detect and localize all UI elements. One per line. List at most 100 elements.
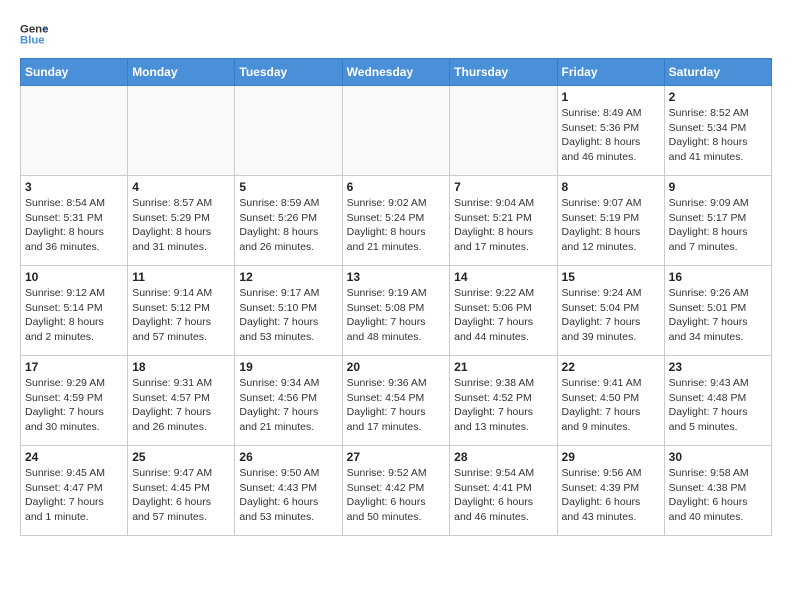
- day-number: 10: [25, 270, 123, 284]
- day-info: Sunrise: 9:38 AM Sunset: 4:52 PM Dayligh…: [454, 376, 552, 435]
- day-info: Sunrise: 9:41 AM Sunset: 4:50 PM Dayligh…: [562, 376, 660, 435]
- calendar-cell: 8 Sunrise: 9:07 AM Sunset: 5:19 PM Daylig…: [557, 176, 664, 266]
- day-info: Sunrise: 8:54 AM Sunset: 5:31 PM Dayligh…: [25, 196, 123, 255]
- calendar-cell: [450, 86, 557, 176]
- calendar-cell: 29 Sunrise: 9:56 AM Sunset: 4:39 PM Dayli…: [557, 446, 664, 536]
- day-info: Sunrise: 9:54 AM Sunset: 4:41 PM Dayligh…: [454, 466, 552, 525]
- week-row-4: 17 Sunrise: 9:29 AM Sunset: 4:59 PM Dayli…: [21, 356, 772, 446]
- day-info: Sunrise: 9:09 AM Sunset: 5:17 PM Dayligh…: [669, 196, 767, 255]
- header-thursday: Thursday: [450, 59, 557, 86]
- calendar-header-row: SundayMondayTuesdayWednesdayThursdayFrid…: [21, 59, 772, 86]
- calendar-cell: 3 Sunrise: 8:54 AM Sunset: 5:31 PM Daylig…: [21, 176, 128, 266]
- calendar-cell: 25Sunrise: 9:47 AM Sunset: 4:45 PM Dayli…: [128, 446, 235, 536]
- svg-text:Blue: Blue: [20, 35, 45, 47]
- calendar-cell: 18 Sunrise: 9:31 AM Sunset: 4:57 PM Dayli…: [128, 356, 235, 446]
- day-info: Sunrise: 9:34 AM Sunset: 4:56 PM Dayligh…: [239, 376, 337, 435]
- day-info: Sunrise: 9:17 AM Sunset: 5:10 PM Dayligh…: [239, 286, 337, 345]
- calendar-cell: 27 Sunrise: 9:52 AM Sunset: 4:42 PM Dayli…: [342, 446, 450, 536]
- day-info: Sunrise: 9:52 AM Sunset: 4:42 PM Dayligh…: [347, 466, 446, 525]
- day-number: 20: [347, 360, 446, 374]
- day-info: Sunrise: 9:56 AM Sunset: 4:39 PM Dayligh…: [562, 466, 660, 525]
- day-number: 30: [669, 450, 767, 464]
- day-number: 13: [347, 270, 446, 284]
- calendar-cell: 30 Sunrise: 9:58 AM Sunset: 4:38 PM Dayli…: [664, 446, 771, 536]
- day-info: Sunrise: 9:07 AM Sunset: 5:19 PM Dayligh…: [562, 196, 660, 255]
- day-info: Sunrise: 9:02 AM Sunset: 5:24 PM Dayligh…: [347, 196, 446, 255]
- calendar-cell: 11 Sunrise: 9:14 AM Sunset: 5:12 PM Dayli…: [128, 266, 235, 356]
- day-info: Sunrise: 9:24 AM Sunset: 5:04 PM Dayligh…: [562, 286, 660, 345]
- calendar-cell: [342, 86, 450, 176]
- logo-icon: General Blue: [20, 20, 48, 48]
- day-number: 28: [454, 450, 552, 464]
- day-number: 18: [132, 360, 230, 374]
- calendar-cell: 28 Sunrise: 9:54 AM Sunset: 4:41 PM Dayli…: [450, 446, 557, 536]
- header-wednesday: Wednesday: [342, 59, 450, 86]
- calendar-cell: [21, 86, 128, 176]
- day-number: 21: [454, 360, 552, 374]
- day-info: Sunrise: 9:12 AM Sunset: 5:14 PM Dayligh…: [25, 286, 123, 345]
- day-info: Sunrise: 9:29 AM Sunset: 4:59 PM Dayligh…: [25, 376, 123, 435]
- day-number: 1: [562, 90, 660, 104]
- day-info: Sunrise: 8:57 AM Sunset: 5:29 PM Dayligh…: [132, 196, 230, 255]
- page-header: General Blue: [20, 20, 772, 48]
- calendar-cell: 13 Sunrise: 9:19 AM Sunset: 5:08 PM Dayli…: [342, 266, 450, 356]
- day-number: 2: [669, 90, 767, 104]
- day-number: 5: [239, 180, 337, 194]
- header-monday: Monday: [128, 59, 235, 86]
- day-number: 29: [562, 450, 660, 464]
- calendar-cell: 22Sunrise: 9:41 AM Sunset: 4:50 PM Dayli…: [557, 356, 664, 446]
- calendar-cell: [128, 86, 235, 176]
- day-info: Sunrise: 9:14 AM Sunset: 5:12 PM Dayligh…: [132, 286, 230, 345]
- day-number: 19: [239, 360, 337, 374]
- calendar-cell: 23 Sunrise: 9:43 AM Sunset: 4:48 PM Dayli…: [664, 356, 771, 446]
- day-info: Sunrise: 9:36 AM Sunset: 4:54 PM Dayligh…: [347, 376, 446, 435]
- day-info: Sunrise: 9:45 AM Sunset: 4:47 PM Dayligh…: [25, 466, 123, 525]
- day-info: Sunrise: 9:31 AM Sunset: 4:57 PM Dayligh…: [132, 376, 230, 435]
- day-info: Sunrise: 9:04 AM Sunset: 5:21 PM Dayligh…: [454, 196, 552, 255]
- calendar-cell: 7Sunrise: 9:04 AM Sunset: 5:21 PM Daylig…: [450, 176, 557, 266]
- svg-text:General: General: [20, 23, 48, 35]
- day-info: Sunrise: 9:19 AM Sunset: 5:08 PM Dayligh…: [347, 286, 446, 345]
- day-info: Sunrise: 9:22 AM Sunset: 5:06 PM Dayligh…: [454, 286, 552, 345]
- calendar-cell: 12Sunrise: 9:17 AM Sunset: 5:10 PM Dayli…: [235, 266, 342, 356]
- day-number: 26: [239, 450, 337, 464]
- day-info: Sunrise: 9:50 AM Sunset: 4:43 PM Dayligh…: [239, 466, 337, 525]
- calendar-cell: 14 Sunrise: 9:22 AM Sunset: 5:06 PM Dayli…: [450, 266, 557, 356]
- calendar-cell: [235, 86, 342, 176]
- day-number: 27: [347, 450, 446, 464]
- week-row-1: 1Sunrise: 8:49 AM Sunset: 5:36 PM Daylig…: [21, 86, 772, 176]
- week-row-2: 3 Sunrise: 8:54 AM Sunset: 5:31 PM Daylig…: [21, 176, 772, 266]
- week-row-5: 24Sunrise: 9:45 AM Sunset: 4:47 PM Dayli…: [21, 446, 772, 536]
- day-info: Sunrise: 9:43 AM Sunset: 4:48 PM Dayligh…: [669, 376, 767, 435]
- calendar-cell: 1Sunrise: 8:49 AM Sunset: 5:36 PM Daylig…: [557, 86, 664, 176]
- calendar-cell: 21 Sunrise: 9:38 AM Sunset: 4:52 PM Dayli…: [450, 356, 557, 446]
- calendar-cell: 26 Sunrise: 9:50 AM Sunset: 4:43 PM Dayli…: [235, 446, 342, 536]
- day-info: Sunrise: 9:58 AM Sunset: 4:38 PM Dayligh…: [669, 466, 767, 525]
- day-info: Sunrise: 8:52 AM Sunset: 5:34 PM Dayligh…: [669, 106, 767, 165]
- calendar-cell: 19 Sunrise: 9:34 AM Sunset: 4:56 PM Dayli…: [235, 356, 342, 446]
- calendar-cell: 5 Sunrise: 8:59 AM Sunset: 5:26 PM Daylig…: [235, 176, 342, 266]
- calendar-cell: 20 Sunrise: 9:36 AM Sunset: 4:54 PM Dayli…: [342, 356, 450, 446]
- day-number: 14: [454, 270, 552, 284]
- calendar-cell: 2 Sunrise: 8:52 AM Sunset: 5:34 PM Daylig…: [664, 86, 771, 176]
- day-number: 3: [25, 180, 123, 194]
- header-sunday: Sunday: [21, 59, 128, 86]
- header-tuesday: Tuesday: [235, 59, 342, 86]
- logo: General Blue: [20, 20, 48, 48]
- calendar-cell: 6Sunrise: 9:02 AM Sunset: 5:24 PM Daylig…: [342, 176, 450, 266]
- day-number: 15: [562, 270, 660, 284]
- week-row-3: 10 Sunrise: 9:12 AM Sunset: 5:14 PM Dayli…: [21, 266, 772, 356]
- day-info: Sunrise: 8:59 AM Sunset: 5:26 PM Dayligh…: [239, 196, 337, 255]
- day-number: 17: [25, 360, 123, 374]
- day-number: 4: [132, 180, 230, 194]
- calendar-cell: 16Sunrise: 9:26 AM Sunset: 5:01 PM Dayli…: [664, 266, 771, 356]
- calendar-cell: 24Sunrise: 9:45 AM Sunset: 4:47 PM Dayli…: [21, 446, 128, 536]
- calendar-cell: 4 Sunrise: 8:57 AM Sunset: 5:29 PM Daylig…: [128, 176, 235, 266]
- day-number: 11: [132, 270, 230, 284]
- header-saturday: Saturday: [664, 59, 771, 86]
- calendar-cell: 10 Sunrise: 9:12 AM Sunset: 5:14 PM Dayli…: [21, 266, 128, 356]
- day-number: 23: [669, 360, 767, 374]
- day-number: 8: [562, 180, 660, 194]
- header-friday: Friday: [557, 59, 664, 86]
- day-number: 25: [132, 450, 230, 464]
